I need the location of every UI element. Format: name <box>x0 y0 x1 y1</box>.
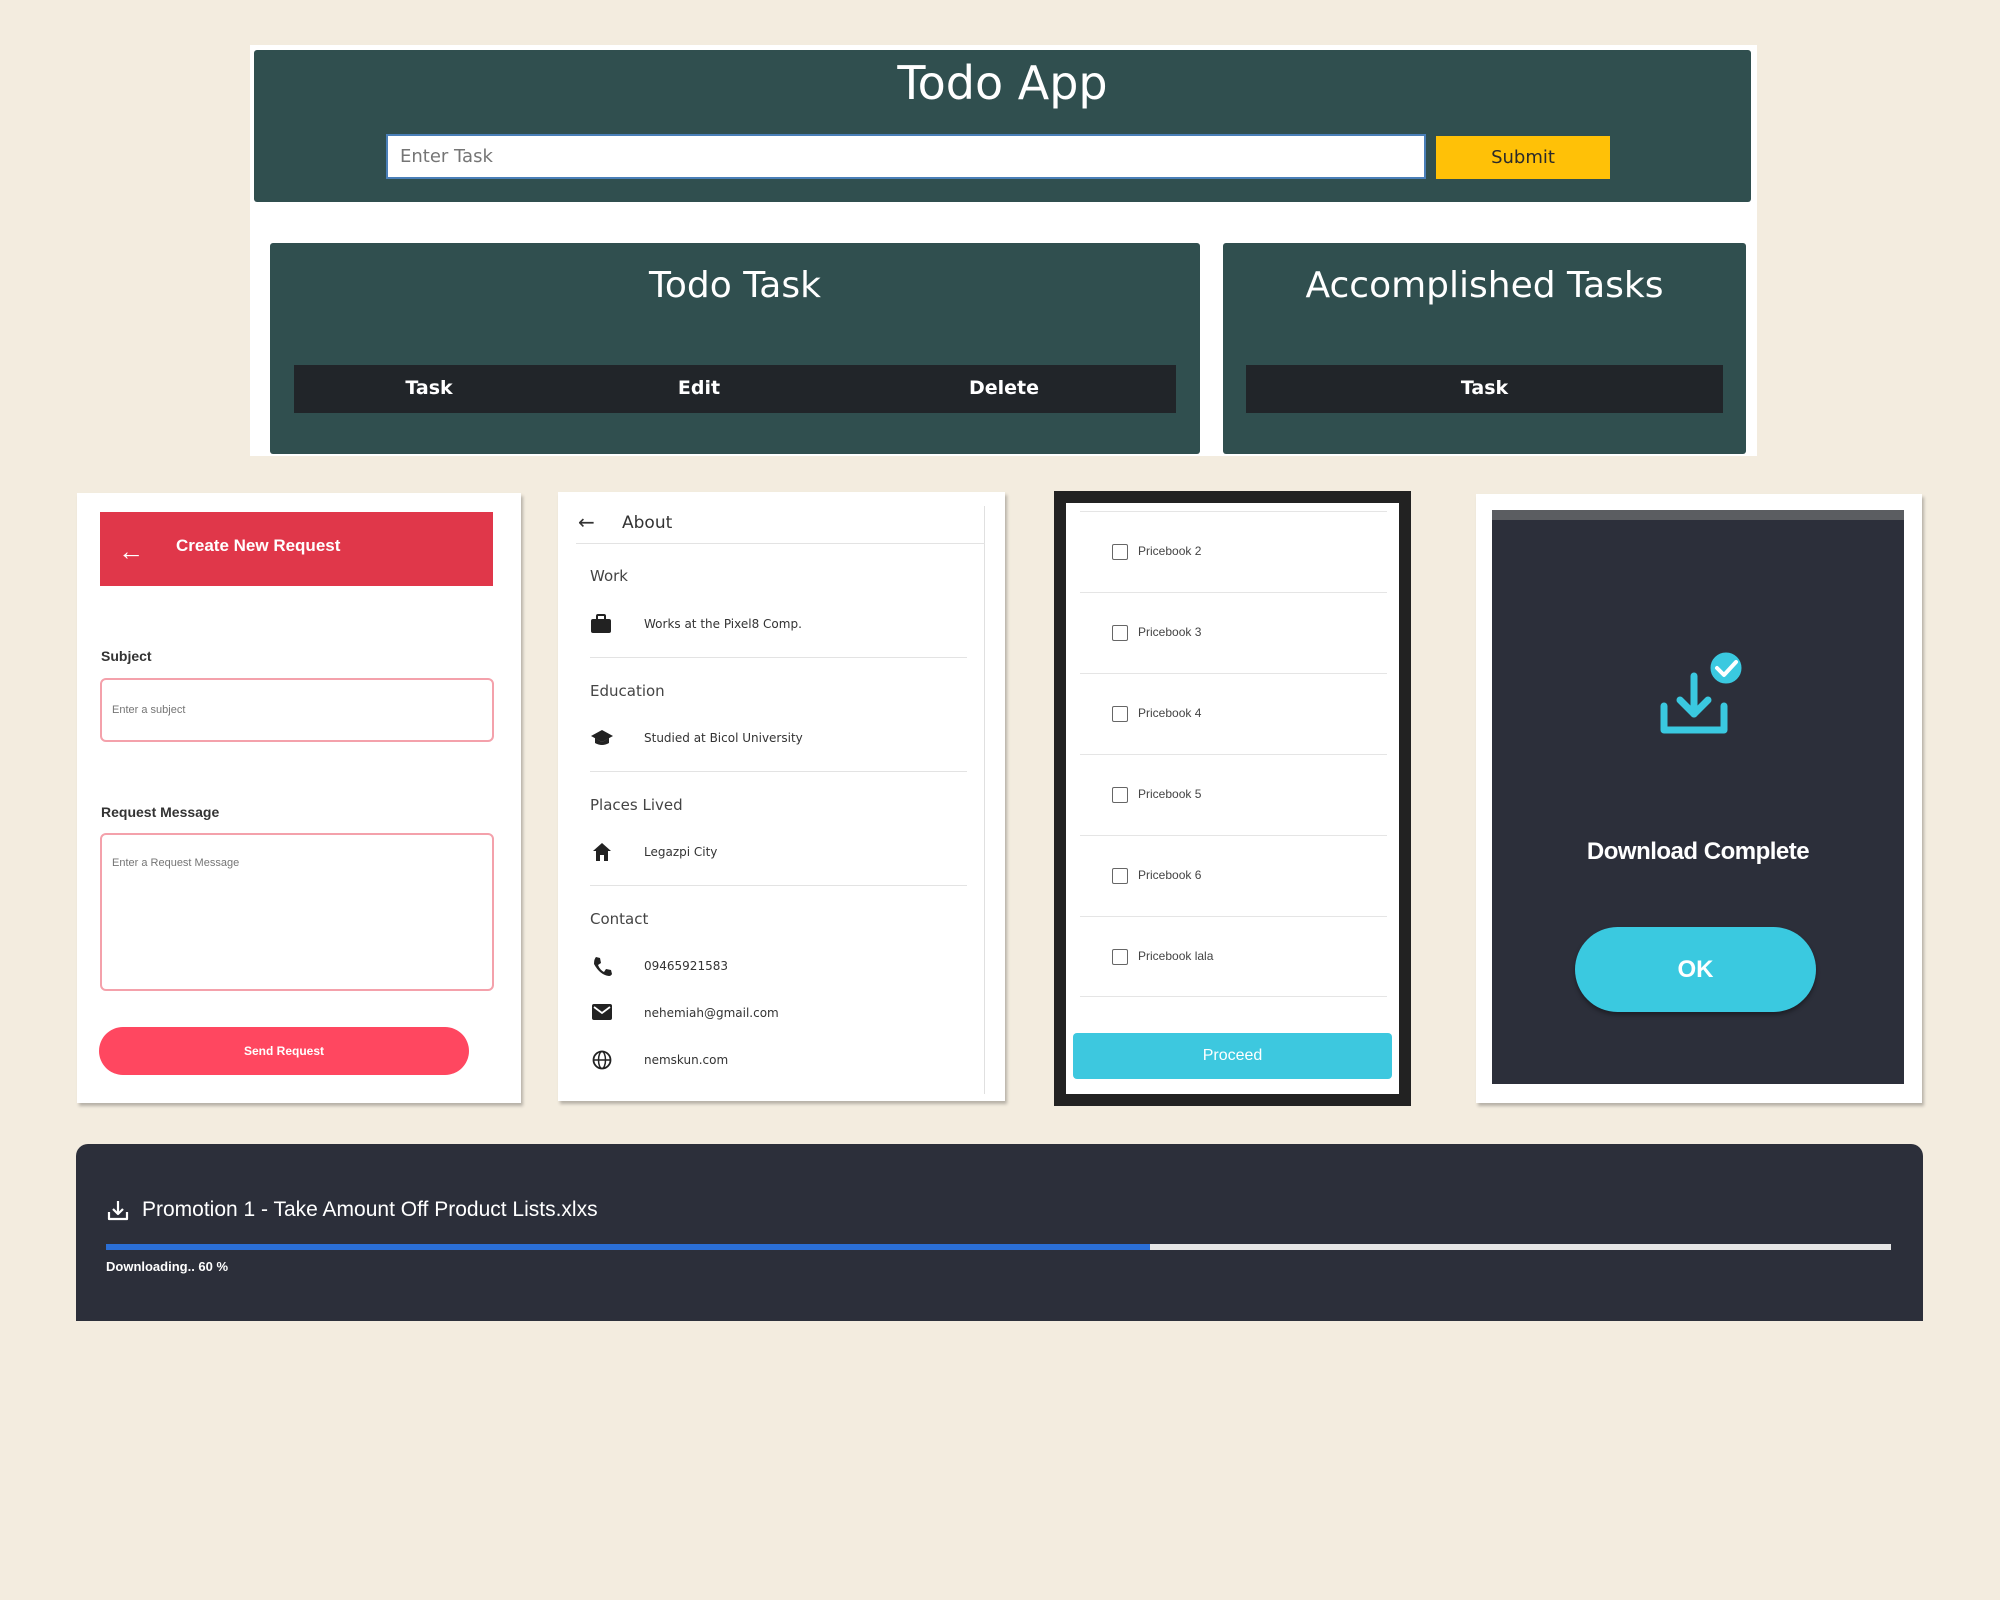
accomplished-table-header: Task <box>1246 365 1723 413</box>
accomplished-tasks-title: Accomplished Tasks <box>1305 265 1664 306</box>
create-request-card: ← Create New Request Subject Request Mes… <box>77 493 521 1103</box>
download-filename: Promotion 1 - Take Amount Off Product Li… <box>142 1198 598 1221</box>
proceed-button[interactable]: Proceed <box>1073 1033 1392 1079</box>
todo-app-title: Todo App <box>897 56 1108 110</box>
submit-button[interactable]: Submit <box>1436 136 1610 179</box>
list-item[interactable]: Pricebook lala <box>1080 916 1387 997</box>
home-icon <box>593 843 611 861</box>
download-status: Downloading.. 60 % <box>106 1259 229 1274</box>
website: nemskun.com <box>644 1053 729 1067</box>
pricebook-label: Pricebook 5 <box>1138 787 1202 801</box>
progress-bar <box>106 1244 1891 1250</box>
checkbox[interactable] <box>1112 949 1128 965</box>
list-item[interactable]: Pricebook 5 <box>1080 754 1387 835</box>
ok-button[interactable]: OK <box>1575 927 1816 1012</box>
todo-header: Todo App Submit <box>254 50 1751 202</box>
subject-input[interactable] <box>100 678 494 742</box>
pricebook-list: Pricebook 2 Pricebook 3 Pricebook 4 Pric… <box>1066 503 1399 1094</box>
todo-task-panel: Todo Task Task Edit Delete <box>270 243 1200 454</box>
pricebook-card: Pricebook 2 Pricebook 3 Pricebook 4 Pric… <box>1054 491 1411 1106</box>
list-item[interactable]: Pricebook 2 <box>1080 511 1387 592</box>
pricebook-label: Pricebook 6 <box>1138 868 1202 882</box>
phone-number: 09465921583 <box>644 959 728 973</box>
education-item: Studied at Bicol University <box>644 731 803 745</box>
column-header-edit: Edit <box>677 377 721 399</box>
list-item[interactable]: Pricebook 3 <box>1080 592 1387 673</box>
divider <box>590 885 967 886</box>
section-label-places-lived: Places Lived <box>590 796 683 814</box>
email-address: nehemiah@gmail.com <box>644 1006 779 1020</box>
checkbox[interactable] <box>1112 706 1128 722</box>
pricebook-label: Pricebook 3 <box>1138 625 1202 639</box>
section-label-work: Work <box>590 567 628 585</box>
divider <box>590 771 967 772</box>
subject-label: Subject <box>101 648 152 664</box>
graduation-cap-icon <box>591 730 613 745</box>
pricebook-label: Pricebook 2 <box>1138 544 1202 558</box>
email-icon <box>592 1004 612 1020</box>
globe-icon <box>592 1050 612 1070</box>
list-item[interactable]: Pricebook 4 <box>1080 673 1387 754</box>
list-item[interactable]: Pricebook 6 <box>1080 835 1387 916</box>
download-complete-card: Download Complete OK <box>1476 494 1922 1103</box>
download-complete-title: Download Complete <box>1586 838 1810 865</box>
checkbox[interactable] <box>1112 625 1128 641</box>
about-title: About <box>622 513 673 533</box>
pricebook-label: Pricebook lala <box>1138 949 1214 963</box>
download-check-icon <box>1660 649 1745 734</box>
column-header-delete: Delete <box>968 377 1040 399</box>
work-item: Works at the Pixel8 Comp. <box>644 617 802 631</box>
checkbox[interactable] <box>1112 544 1128 560</box>
checkbox[interactable] <box>1112 787 1128 803</box>
request-message-label: Request Message <box>101 804 220 820</box>
about-panel: ← About Work Works at the Pixel8 Comp. E… <box>576 506 985 1094</box>
progress-bar-fill <box>106 1244 1151 1250</box>
section-label-education: Education <box>590 682 665 700</box>
create-request-title: Create New Request <box>176 536 341 555</box>
about-card: ← About Work Works at the Pixel8 Comp. E… <box>558 492 1005 1101</box>
todo-task-title: Todo Task <box>649 265 821 306</box>
phone-icon <box>594 957 612 976</box>
todo-table-header: Task Edit Delete <box>294 365 1176 413</box>
checkbox[interactable] <box>1112 868 1128 884</box>
divider <box>590 657 967 658</box>
accomplished-tasks-panel: Accomplished Tasks Task <box>1223 243 1746 454</box>
places-lived-item: Legazpi City <box>644 845 718 859</box>
send-request-button[interactable]: Send Request <box>99 1027 469 1075</box>
download-icon <box>107 1201 129 1221</box>
request-message-textarea[interactable] <box>100 833 494 991</box>
pricebook-label: Pricebook 4 <box>1138 706 1202 720</box>
column-header-task: Task <box>1460 377 1509 399</box>
back-arrow-icon[interactable]: ← <box>118 536 144 567</box>
task-input[interactable] <box>386 134 1426 179</box>
download-progress-card: Promotion 1 - Take Amount Off Product Li… <box>76 1144 1923 1321</box>
about-header: ← About <box>576 506 985 544</box>
column-header-task: Task <box>405 377 453 399</box>
section-label-contact: Contact <box>590 910 649 928</box>
create-request-header: ← Create New Request <box>100 512 493 586</box>
briefcase-icon <box>591 614 611 633</box>
back-arrow-icon[interactable]: ← <box>578 510 595 534</box>
download-complete-dialog: Download Complete OK <box>1492 510 1904 1084</box>
